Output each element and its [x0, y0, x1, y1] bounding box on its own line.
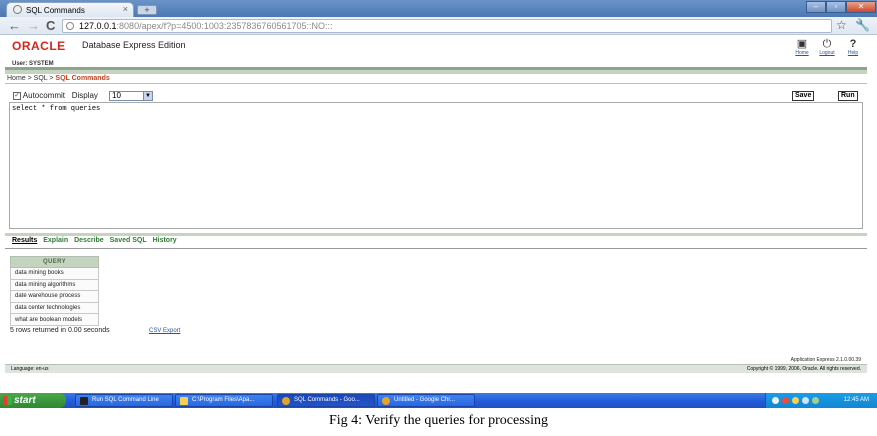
page-footer: Language: en-us Copyright © 1999, 2006, …	[5, 364, 867, 373]
tab-history[interactable]: History	[153, 237, 177, 244]
tray-security-icon[interactable]	[792, 397, 799, 404]
tab-title: SQL Commands	[26, 6, 85, 15]
reload-icon[interactable]: C	[46, 18, 55, 33]
system-tray: 12:45 AM	[765, 393, 877, 408]
editor-divider	[5, 233, 867, 236]
table-row: what are boolean models	[10, 313, 99, 326]
taskbar-item-label: C:\Program Files\Apa...	[192, 397, 255, 403]
result-tabs: Results Explain Describe Saved SQL Histo…	[12, 237, 181, 244]
logout-nav[interactable]: ⏻ Logout	[815, 38, 839, 56]
run-button[interactable]: Run	[838, 91, 858, 101]
chrome-icon	[382, 397, 390, 405]
results-table: QUERY data mining books data mining algo…	[10, 256, 99, 326]
help-icon: ?	[849, 38, 857, 50]
home-link[interactable]: Home	[790, 50, 814, 56]
windows-logo-icon	[3, 396, 12, 405]
csv-export-link[interactable]: CSV Export	[149, 328, 180, 334]
tray-antivirus-icon[interactable]	[782, 397, 789, 404]
table-row: data mining algorithms	[10, 278, 99, 292]
oracle-logo: ORACLE	[12, 39, 66, 53]
terminal-icon	[80, 397, 88, 405]
table-cell: data mining books	[10, 267, 99, 280]
tray-network-icon[interactable]	[772, 397, 779, 404]
chrome-icon	[282, 397, 290, 405]
breadcrumb-current: SQL Commands	[55, 75, 110, 82]
breadcrumb-home[interactable]: Home	[7, 75, 26, 82]
windows-taskbar: start Run SQL Command Line C:\Program Fi…	[0, 393, 877, 408]
help-nav[interactable]: ? Help	[841, 38, 865, 56]
tab-explain[interactable]: Explain	[43, 237, 68, 244]
language-label: Language: en-us	[11, 366, 49, 372]
tab-describe[interactable]: Describe	[74, 237, 104, 244]
copyright-text: Copyright © 1999, 2006, Oracle. All righ…	[746, 366, 861, 372]
page-favicon-icon	[13, 5, 22, 14]
tray-volume-icon[interactable]	[802, 397, 809, 404]
taskbar-item-label: Run SQL Command Line	[92, 397, 159, 403]
browser-tabstrip: SQL Commands × + – ▫ ✕	[0, 0, 877, 17]
table-cell: what are boolean models	[10, 313, 99, 326]
taskbar-item-label: SQL Commands - Goo...	[294, 397, 360, 403]
table-row: data mining books	[10, 267, 99, 280]
result-tabs-divider	[5, 248, 867, 249]
start-button[interactable]: start	[0, 393, 66, 408]
taskbar-item-sql-commands[interactable]: SQL Commands - Goo...	[277, 394, 375, 407]
screenshot: SQL Commands × + – ▫ ✕ ← → C 127.0.0.1:8…	[0, 0, 877, 436]
taskbar-item-label: Untitled - Google Chr...	[394, 397, 456, 403]
app-version: Application Express 2.1.0.00.39	[790, 357, 861, 363]
table-cell: date warehouse process	[10, 290, 99, 303]
autocommit-checkbox[interactable]: ✓	[13, 91, 21, 100]
taskbar-clock: 12:45 AM	[843, 397, 869, 403]
new-tab-button[interactable]: +	[137, 5, 157, 15]
maximize-button[interactable]: ▫	[826, 1, 846, 13]
bookmark-star-icon[interactable]: ☆	[836, 18, 847, 32]
table-cell: data mining algorithms	[10, 278, 99, 292]
table-cell: data center technologies	[10, 301, 99, 315]
home-icon: ▣	[796, 38, 808, 50]
help-link[interactable]: Help	[841, 50, 865, 56]
table-row: date warehouse process	[10, 290, 99, 303]
forward-arrow-icon[interactable]: →	[27, 18, 40, 33]
logout-link[interactable]: Logout	[815, 50, 839, 56]
back-arrow-icon[interactable]: ←	[8, 18, 21, 33]
save-button[interactable]: Save	[792, 91, 815, 101]
table-row: data center technologies	[10, 301, 99, 315]
autocommit-label: Autocommit	[22, 91, 66, 100]
close-window-button[interactable]: ✕	[846, 1, 876, 13]
breadcrumb-separator: >	[25, 75, 34, 82]
taskbar-item-untitled-chrome[interactable]: Untitled - Google Chr...	[377, 394, 475, 407]
folder-icon	[180, 397, 188, 405]
rows-returned-text: 5 rows returned in 0.00 seconds	[10, 327, 110, 334]
home-nav[interactable]: ▣ Home	[790, 38, 814, 56]
tab-close-icon[interactable]: ×	[123, 4, 128, 14]
url-text: 127.0.0.1:8080/apex/f?p=4500:1003:235783…	[79, 21, 333, 31]
globe-icon	[66, 22, 74, 30]
logout-icon: ⏻	[822, 38, 832, 50]
browser-toolbar: ← → C 127.0.0.1:8080/apex/f?p=4500:1003:…	[0, 17, 877, 35]
tab-saved-sql[interactable]: Saved SQL	[110, 237, 147, 244]
browser-tab[interactable]: SQL Commands ×	[6, 2, 134, 17]
chevron-down-icon: ▼	[143, 92, 152, 100]
figure-caption: Fig 4: Verify the queries for processing	[328, 413, 549, 428]
tab-results[interactable]: Results	[12, 237, 37, 244]
address-bar[interactable]: 127.0.0.1:8080/apex/f?p=4500:1003:235783…	[62, 19, 832, 33]
taskbar-item-explorer[interactable]: C:\Program Files\Apa...	[175, 394, 273, 407]
display-label: Display	[71, 91, 98, 100]
start-label: start	[14, 395, 36, 406]
breadcrumb: Home > SQL > SQL Commands	[5, 74, 867, 84]
display-select[interactable]: 10 ▼	[109, 91, 153, 101]
product-name: Database Express Edition	[82, 40, 186, 50]
column-header-query: QUERY	[10, 256, 99, 268]
tray-update-icon[interactable]	[812, 397, 819, 404]
minimize-button[interactable]: –	[806, 1, 826, 13]
display-value: 10	[112, 91, 121, 100]
taskbar-item-sql-command-line[interactable]: Run SQL Command Line	[75, 394, 173, 407]
wrench-icon[interactable]: 🔧	[855, 18, 870, 32]
sql-editor[interactable]	[9, 102, 863, 229]
breadcrumb-sql[interactable]: SQL	[34, 75, 48, 82]
